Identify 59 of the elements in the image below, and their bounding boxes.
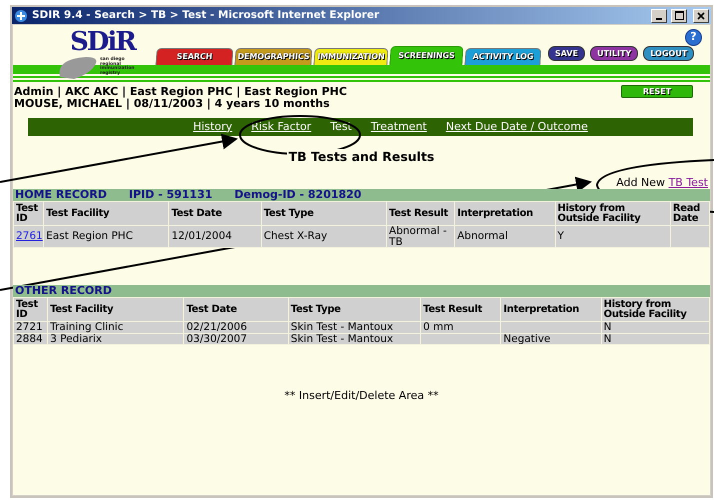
table-cell: Skin Test - Mantoux bbox=[288, 333, 421, 345]
column-header: Test Type bbox=[288, 298, 421, 322]
table-cell: N bbox=[601, 333, 710, 345]
patient-info-line: Admin | AKC AKC | East Region PHC | East Region PHC bbox=[14, 86, 347, 98]
sub-nav-link[interactable]: Next Due Date / Outcome bbox=[446, 118, 588, 136]
table-cell: Abnormal bbox=[454, 226, 556, 248]
maximize-button[interactable] bbox=[671, 8, 687, 22]
browser-icon bbox=[14, 8, 28, 22]
sub-nav-link[interactable]: Treatment bbox=[370, 118, 427, 136]
nav-tab[interactable]: SEARCH bbox=[155, 48, 234, 65]
column-header: Test Date bbox=[168, 202, 262, 226]
window-title: SDIR 9.4 - Search > TB > Test - Microsoft Internet Explorer bbox=[32, 8, 380, 23]
record-id: Demog-ID - 8201820 bbox=[234, 189, 362, 202]
minimize-icon bbox=[656, 18, 662, 20]
table-cell: 2884 bbox=[14, 333, 48, 345]
close-button[interactable] bbox=[693, 8, 709, 22]
column-header: Test Type bbox=[261, 202, 387, 226]
save-button[interactable]: SAVE bbox=[548, 46, 586, 61]
table-cell: Y bbox=[555, 226, 670, 248]
utility-button[interactable]: UTILITY bbox=[590, 46, 638, 61]
record-title: OTHER RECORD bbox=[15, 285, 112, 298]
table-cell: 0 mm bbox=[420, 322, 501, 334]
maximize-icon bbox=[674, 11, 684, 20]
close-icon bbox=[697, 12, 705, 20]
table-cell: 2721 bbox=[14, 322, 48, 334]
column-header: Test Date bbox=[184, 298, 288, 322]
table-cell: 12/01/2004 bbox=[168, 226, 262, 248]
table-cell: Negative bbox=[500, 333, 602, 345]
column-header: History from Outside Facility bbox=[555, 202, 670, 226]
column-header: Read Date bbox=[670, 202, 710, 226]
insert-area-label: ** Insert/Edit/Delete Area ** bbox=[283, 388, 440, 404]
column-header: Interpretation bbox=[500, 298, 602, 322]
add-new-text: Add New TB Test bbox=[615, 176, 709, 190]
table-cell: 3 Pediarix bbox=[48, 333, 184, 345]
sub-nav-link[interactable]: History bbox=[193, 118, 232, 136]
table-cell: 02/21/2006 bbox=[184, 322, 288, 334]
table-cell: N bbox=[601, 322, 710, 334]
table-cell: 03/30/2007 bbox=[184, 333, 288, 345]
nav-tab[interactable]: ACTIVITY LOG bbox=[464, 48, 542, 65]
column-header: Test Result bbox=[420, 298, 501, 322]
column-header: Test Result bbox=[386, 202, 455, 226]
page-title: TB Tests and Results bbox=[286, 149, 436, 164]
column-header: Test ID bbox=[14, 298, 48, 322]
column-header: Test ID bbox=[14, 202, 44, 226]
record-id: IPID - 591131 bbox=[128, 189, 212, 202]
table-cell: East Region PHC bbox=[44, 226, 169, 248]
patient-info-line: MOUSE, MICHAEL | 08/11/2003 | 4 years 10 months bbox=[14, 98, 330, 110]
logout-button[interactable]: LOGOUT bbox=[643, 46, 694, 61]
column-header: History from Outside Facility bbox=[601, 298, 710, 322]
add-tb-test-link[interactable]: TB Test bbox=[668, 176, 708, 190]
help-icon[interactable]: ? bbox=[685, 29, 702, 46]
column-header: Test Facility bbox=[44, 202, 169, 226]
minimize-button[interactable] bbox=[651, 8, 667, 22]
column-header: Interpretation bbox=[454, 202, 556, 226]
column-header: Test Facility bbox=[48, 298, 184, 322]
table-cell: Skin Test - Mantoux bbox=[288, 322, 421, 334]
table-cell: Training Clinic bbox=[48, 322, 184, 334]
record-title: HOME RECORD bbox=[15, 189, 107, 202]
table-cell: Chest X-Ray bbox=[261, 226, 387, 248]
